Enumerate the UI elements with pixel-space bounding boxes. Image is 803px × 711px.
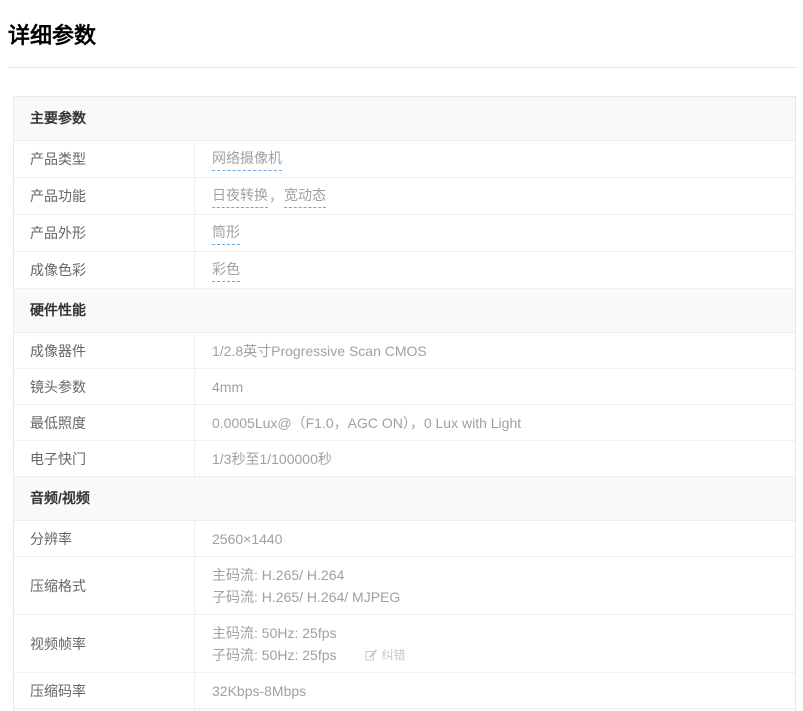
spec-value: 0.0005Lux@（F1.0，AGC ON），0 Lux with Light	[212, 412, 785, 434]
spec-value-line-2: 子码流: 50Hz: 25fps 纠错	[212, 644, 785, 666]
spec-value: 4mm	[212, 376, 785, 398]
value-line: 彩色	[212, 258, 785, 282]
table-row: 压缩格式 主码流: H.265/ H.264 子码流: H.265/ H.264…	[14, 557, 795, 615]
spec-value-link[interactable]: 筒形	[212, 221, 240, 245]
spec-value-cell: 32Kbps-8Mbps	[195, 673, 795, 708]
spec-label: 成像色彩	[14, 252, 195, 288]
spec-value: 32Kbps-8Mbps	[212, 680, 785, 702]
spec-value-cell: 0.0005Lux@（F1.0，AGC ON），0 Lux with Light	[195, 405, 795, 440]
correction-label: 纠错	[382, 644, 406, 666]
spec-value-cell: 1/3秒至1/100000秒	[195, 441, 795, 476]
spec-label: 镜头参数	[14, 369, 195, 404]
table-row: 分辨率 2560×1440	[14, 521, 795, 557]
spec-value-line-2: 子码流: H.265/ H.264/ MJPEG	[212, 586, 785, 608]
spec-value-text: 子码流: 50Hz: 25fps	[212, 644, 337, 666]
correction-button[interactable]: 纠错	[365, 644, 406, 666]
spec-label: 产品类型	[14, 141, 195, 177]
table-row: 最低照度 0.0005Lux@（F1.0，AGC ON），0 Lux with …	[14, 405, 795, 441]
table-row: 产品功能 日夜转换 ， 宽动态	[14, 178, 795, 215]
spec-label: 产品功能	[14, 178, 195, 214]
value-line: 网络摄像机	[212, 147, 785, 171]
page-title: 详细参数	[8, 18, 803, 50]
spec-value-link[interactable]: 宽动态	[284, 184, 326, 208]
spec-value: 2560×1440	[212, 528, 785, 550]
value-line: 日夜转换 ， 宽动态	[212, 184, 785, 208]
table-row: 视频帧率 主码流: 50Hz: 25fps 子码流: 50Hz: 25fps 纠…	[14, 615, 795, 673]
spec-label: 电子快门	[14, 441, 195, 476]
edit-icon	[365, 648, 378, 661]
spec-label: 压缩格式	[14, 557, 195, 614]
section-header-main-params: 主要参数	[14, 97, 795, 141]
spec-value: 1/3秒至1/100000秒	[212, 448, 785, 470]
spec-value-link[interactable]: 彩色	[212, 258, 240, 282]
spec-label: 压缩码率	[14, 673, 195, 708]
spec-value-cell: 1/2.8英寸Progressive Scan CMOS	[195, 333, 795, 368]
spec-value-cell: 主码流: H.265/ H.264 子码流: H.265/ H.264/ MJP…	[195, 557, 795, 614]
section-header-audio-video: 音频/视频	[14, 477, 795, 521]
title-divider	[8, 67, 796, 68]
spec-label: 分辨率	[14, 521, 195, 556]
spec-value-cell: 日夜转换 ， 宽动态	[195, 178, 795, 214]
table-row: 成像器件 1/2.8英寸Progressive Scan CMOS	[14, 333, 795, 369]
value-separator: ，	[269, 185, 283, 207]
spec-value-cell: 主码流: 50Hz: 25fps 子码流: 50Hz: 25fps 纠错	[195, 615, 795, 672]
spec-table: 主要参数 产品类型 网络摄像机 产品功能 日夜转换 ， 宽动态 产品外形 筒形 …	[13, 96, 796, 711]
spec-value-link[interactable]: 网络摄像机	[212, 147, 282, 171]
spec-value-cell: 网络摄像机	[195, 141, 795, 177]
spec-label: 成像器件	[14, 333, 195, 368]
spec-value-line-1: 主码流: 50Hz: 25fps	[212, 622, 785, 644]
table-row: 产品类型 网络摄像机	[14, 141, 795, 178]
spec-label: 产品外形	[14, 215, 195, 251]
section-header-hardware: 硬件性能	[14, 289, 795, 333]
table-row: 成像色彩 彩色	[14, 252, 795, 289]
table-row: 产品外形 筒形	[14, 215, 795, 252]
spec-value-cell: 4mm	[195, 369, 795, 404]
table-row: 电子快门 1/3秒至1/100000秒	[14, 441, 795, 477]
spec-value-cell: 2560×1440	[195, 521, 795, 556]
spec-label: 视频帧率	[14, 615, 195, 672]
table-row: 压缩码率 32Kbps-8Mbps	[14, 673, 795, 709]
value-line: 筒形	[212, 221, 785, 245]
table-row: 镜头参数 4mm	[14, 369, 795, 405]
spec-value-cell: 彩色	[195, 252, 795, 288]
spec-value-link[interactable]: 日夜转换	[212, 184, 268, 208]
spec-value-line-1: 主码流: H.265/ H.264	[212, 564, 785, 586]
spec-value: 1/2.8英寸Progressive Scan CMOS	[212, 340, 785, 362]
spec-label: 最低照度	[14, 405, 195, 440]
spec-value-cell: 筒形	[195, 215, 795, 251]
